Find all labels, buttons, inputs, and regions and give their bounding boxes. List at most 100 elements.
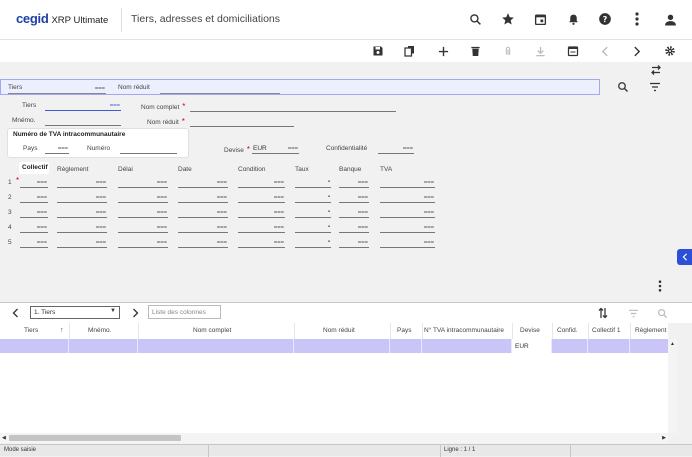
grid-col-tva[interactable]: N° TVA intracommunautaire (424, 327, 504, 334)
row-reglement-input[interactable]: ⩶ (57, 222, 107, 233)
lookup-icon[interactable]: ⩶ (274, 239, 284, 246)
lookup-icon[interactable]: ⩶ (37, 194, 47, 201)
lookup-icon[interactable]: ⩶ (358, 179, 368, 186)
columns-list-input[interactable]: Liste des colonnes (148, 305, 221, 319)
save-icon[interactable] (370, 43, 386, 59)
lookup-icon[interactable]: ⩶ (96, 179, 106, 186)
filter-lines-icon[interactable] (647, 79, 663, 95)
grid-col-nom-reduit[interactable]: Nom réduit (323, 327, 355, 334)
lookup-icon[interactable]: ⩶ (96, 224, 106, 231)
row-condition-input[interactable]: ⩶ (238, 177, 285, 188)
lookup-icon[interactable]: ⩶ (217, 179, 227, 186)
row-tva-input[interactable]: ⩶ (380, 222, 435, 233)
help-icon[interactable]: ? (597, 11, 613, 27)
row-collectif-input[interactable]: ⩶ (20, 192, 48, 203)
numero-input[interactable] (120, 143, 177, 154)
horizontal-scrollbar[interactable]: ◀ ▶ (0, 433, 668, 443)
calc-icon[interactable]: ▪ (328, 194, 330, 200)
row-reglement-input[interactable]: ⩶ (57, 237, 107, 248)
row-tva-input[interactable]: ⩶ (380, 192, 435, 203)
grid-col-confid[interactable]: Confid. (557, 327, 578, 334)
grid-next-icon[interactable] (127, 305, 143, 321)
search-icon[interactable] (467, 11, 483, 27)
lookup-icon[interactable]: ⩶ (274, 179, 284, 186)
side-panel-toggle[interactable] (677, 249, 692, 265)
row-collectif-input[interactable]: ⩶ (20, 237, 48, 248)
sort-up-arrow-icon[interactable]: ↑ (60, 327, 64, 334)
lookup-icon[interactable]: ⩶ (217, 194, 227, 201)
duplicate-icon[interactable] (402, 43, 418, 59)
row-reglement-input[interactable]: ⩶ (57, 207, 107, 218)
confidentialite-input[interactable]: ⩶ (378, 143, 414, 154)
grid-col-tiers[interactable]: Tiers (24, 327, 38, 334)
favorite-star-icon[interactable] (500, 11, 516, 27)
lookup-icon[interactable]: ⩶ (358, 194, 368, 201)
filter-search-icon[interactable] (615, 79, 631, 95)
user-account-icon[interactable] (662, 11, 678, 27)
more-vertical-icon[interactable] (629, 11, 645, 27)
calc-icon[interactable]: ▪ (328, 179, 330, 185)
lookup-icon[interactable]: ⩶ (96, 209, 106, 216)
row-condition-input[interactable]: ⩶ (238, 237, 285, 248)
lookup-icon[interactable]: ⩶ (274, 194, 284, 201)
row-banque-input[interactable]: ⩶ (339, 222, 369, 233)
calendar-icon[interactable] (532, 11, 548, 27)
lookup-icon[interactable]: ⩶ (424, 179, 434, 186)
row-collectif-input[interactable]: ⩶ (20, 207, 48, 218)
lookup-icon[interactable]: ⩶ (37, 179, 47, 186)
row-tva-input[interactable]: ⩶ (380, 237, 435, 248)
lookup-icon[interactable]: ⩶ (95, 85, 105, 92)
sort-arrows-icon[interactable] (595, 305, 611, 321)
row-banque-input[interactable]: ⩶ (339, 192, 369, 203)
lookup-icon[interactable]: ⩶ (358, 239, 368, 246)
lookup-icon[interactable]: ⩶ (96, 239, 106, 246)
grid-col-mnemo[interactable]: Mnémo. (88, 327, 111, 334)
delete-icon[interactable] (467, 43, 483, 59)
nom-complet-input[interactable] (190, 101, 396, 112)
lookup-icon[interactable]: ⩶ (96, 194, 106, 201)
calc-icon[interactable]: ▪ (328, 239, 330, 245)
devise-input[interactable]: EUR ⩶ (252, 143, 299, 154)
filter-nom-reduit-input[interactable] (160, 83, 280, 94)
lookup-icon[interactable]: ⩶ (37, 209, 47, 216)
lookup-icon[interactable]: ⩶ (358, 224, 368, 231)
row-taux-input[interactable]: ▪ (295, 222, 331, 233)
swap-arrows-icon[interactable] (648, 62, 664, 78)
view-select[interactable]: 1. Tiers ▼ (30, 306, 120, 319)
lookup-icon[interactable]: ⩶ (37, 239, 47, 246)
row-delai-input[interactable]: ⩶ (118, 222, 168, 233)
scroll-up-icon[interactable]: ▲ (670, 341, 675, 347)
calc-icon[interactable]: ▪ (328, 209, 330, 215)
lookup-icon[interactable]: ⩶ (217, 239, 227, 246)
lookup-icon[interactable]: ⩶ (157, 239, 167, 246)
row-reglement-input[interactable]: ⩶ (57, 177, 107, 188)
lookup-icon[interactable]: ⩶ (424, 224, 434, 231)
row-date-input[interactable]: ⩶ (178, 237, 228, 248)
lookup-icon[interactable]: ⩶ (157, 224, 167, 231)
calc-icon[interactable]: ▪ (328, 224, 330, 230)
row-date-input[interactable]: ⩶ (178, 207, 228, 218)
calendar-event-icon[interactable] (565, 43, 581, 59)
row-delai-input[interactable]: ⩶ (118, 207, 168, 218)
tiers-lookup-icon[interactable]: ⩶ (110, 102, 120, 109)
grid-col-reglement[interactable]: Règlement (635, 327, 666, 334)
lookup-icon[interactable]: ⩶ (424, 209, 434, 216)
row-tva-input[interactable]: ⩶ (380, 177, 435, 188)
row-delai-input[interactable]: ⩶ (118, 237, 168, 248)
scroll-left-icon[interactable]: ◀ (2, 435, 6, 441)
row-condition-input[interactable]: ⩶ (238, 222, 285, 233)
lookup-icon[interactable]: ⩶ (217, 224, 227, 231)
mnemo-input[interactable] (45, 115, 121, 126)
scroll-thumb[interactable] (9, 435, 181, 441)
row-banque-input[interactable]: ⩶ (339, 177, 369, 188)
settings-gear-icon[interactable] (662, 43, 678, 59)
row-date-input[interactable]: ⩶ (178, 177, 228, 188)
grid-prev-icon[interactable] (7, 305, 23, 321)
filter-tiers-input[interactable]: ⩶ (8, 83, 106, 94)
grid-col-devise[interactable]: Devise (520, 327, 540, 334)
row-date-input[interactable]: ⩶ (178, 222, 228, 233)
row-banque-input[interactable]: ⩶ (339, 237, 369, 248)
devise-lookup-icon[interactable]: ⩶ (288, 145, 298, 152)
row-banque-input[interactable]: ⩶ (339, 207, 369, 218)
row-taux-input[interactable]: ▪ (295, 177, 331, 188)
